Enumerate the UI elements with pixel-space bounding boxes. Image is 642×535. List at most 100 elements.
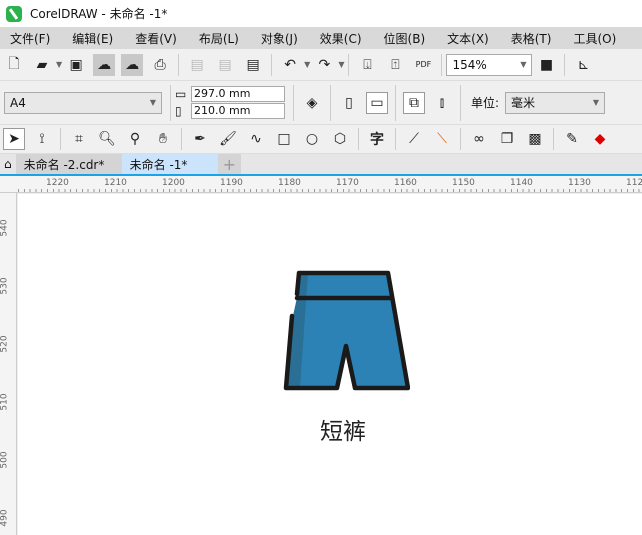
menu-edit[interactable]: 编辑(E)	[72, 30, 113, 47]
import-icon[interactable]: ⍗	[356, 54, 378, 76]
ruler-label: 1170	[336, 178, 359, 188]
text-tool-glyph: 字	[370, 132, 384, 148]
ruler-label: 490	[0, 509, 10, 527]
page-width-value: 297.0 mm	[194, 87, 251, 100]
paste-icon[interactable]: ▤	[242, 54, 264, 76]
curve-tool-icon[interactable]: ∿	[245, 128, 267, 150]
shorts-illustration[interactable]	[278, 268, 410, 392]
crop-tool-icon[interactable]: ⌗	[68, 128, 90, 150]
page-size-select[interactable]: A4 ▼	[4, 91, 162, 114]
zoom-value: 154%	[452, 57, 487, 72]
menu-table[interactable]: 表格(T)	[511, 30, 552, 47]
portrait-icon[interactable]: ▯	[338, 92, 360, 114]
horizontal-ruler[interactable]: 1220 1210 1200 1190 1180 1170 1160 1150 …	[0, 176, 642, 193]
undo-icon[interactable]: ↶	[279, 54, 301, 76]
publish-pdf-icon[interactable]: PDF	[412, 54, 434, 76]
ruler-label: 530	[0, 277, 10, 295]
eyedropper-tool-icon[interactable]: ✎	[561, 128, 583, 150]
save-icon[interactable]: ▣	[65, 54, 87, 76]
cloud-upload-icon[interactable]: ☁	[121, 53, 144, 76]
ruler-label: 1180	[278, 178, 301, 188]
title-bar: CorelDRAW - 未命名 -1*	[0, 0, 642, 27]
toolbox: ➤ ⟟ ⌗ 🔍︎ ⚲ ✋︎ ✒ 🖌︎ ∿ □ ○ ⬡ 字 ⟋ ⟍ ∞ ❐ ▩ ✎…	[0, 125, 642, 154]
menu-effects[interactable]: 效果(C)	[320, 30, 362, 47]
standard-toolbar: 🗋 ▰ ▼ ▣ ☁ ☁ ⎙ ▤ ▤ ▤ ↶ ▼ ↷ ▼ ⍗ ⍐ PDF 154% ▼ ■…	[0, 49, 642, 81]
ellipse-tool-icon[interactable]: ○	[301, 128, 323, 150]
landscape-icon[interactable]: ▭	[366, 91, 388, 114]
menu-file[interactable]: 文件(F)	[10, 30, 50, 47]
coreldraw-logo-icon	[6, 5, 22, 22]
redo-icon[interactable]: ↷	[313, 54, 335, 76]
all-pages-icon[interactable]: ⧉	[403, 91, 425, 114]
ruler-label: 1130	[568, 178, 591, 188]
document-tabs: ⌂ 未命名 -2.cdr* 未命名 -1* +	[0, 154, 642, 176]
menu-object[interactable]: 对象(J)	[261, 30, 298, 47]
brush-tool-icon[interactable]: 🖌︎	[217, 128, 239, 150]
current-page-icon[interactable]: ⫾	[431, 92, 453, 114]
pan-tool-icon[interactable]: ✋︎	[152, 128, 174, 150]
ruler-label: 1210	[104, 178, 127, 188]
full-screen-icon[interactable]: ■	[535, 54, 557, 76]
page-size-value: A4	[10, 95, 26, 110]
zoom-out-tool-icon[interactable]: ⚲	[124, 128, 146, 150]
copy-icon[interactable]: ▤	[214, 54, 236, 76]
ruler-label: 520	[0, 335, 10, 353]
menu-text[interactable]: 文本(X)	[447, 30, 489, 47]
vertical-ruler[interactable]: 540 530 520 510 500 490	[0, 193, 17, 535]
property-bar: A4 ▼ ▭ 297.0 mm ▯ 210.0 mm ◈ ▯ ▭ ⧉ ⫾ 单位: 毫米…	[0, 81, 642, 125]
menu-bar: 文件(F) 编辑(E) 查看(V) 布局(L) 对象(J) 效果(C) 位图(B…	[0, 27, 642, 49]
drop-shadow-tool-icon[interactable]: ❐	[496, 128, 518, 150]
chevron-down-icon: ▼	[520, 60, 527, 69]
ruler-label: 1200	[162, 178, 185, 188]
print-icon[interactable]: ⎙	[149, 54, 171, 76]
shape-tool-icon[interactable]: ⟟	[31, 128, 53, 150]
cloud-download-icon[interactable]: ☁	[93, 53, 116, 76]
unit-value: 毫米	[511, 96, 536, 110]
open-folder-icon[interactable]: ▰	[31, 54, 53, 76]
text-tool-icon[interactable]: 字	[366, 128, 388, 150]
ruler-label: 1160	[394, 178, 417, 188]
tab-label: 未命名 -2.cdr*	[23, 157, 105, 172]
ruler-label: 540	[0, 219, 10, 237]
menu-tools[interactable]: 工具(O)	[573, 30, 616, 47]
tab-label: 未命名 -1*	[129, 157, 188, 172]
cut-icon[interactable]: ▤	[186, 54, 208, 76]
page-height-input[interactable]: 210.0 mm	[191, 103, 285, 119]
unit-select[interactable]: 毫米 ▼	[505, 91, 606, 114]
menu-bitmaps[interactable]: 位图(B)	[384, 30, 426, 47]
add-tab-button[interactable]: +	[217, 154, 242, 174]
blend-tool-icon[interactable]: ∞	[468, 128, 490, 150]
pen-tool-icon[interactable]: ✒	[189, 128, 211, 150]
dimension-tool-icon[interactable]: ⟋	[403, 128, 425, 150]
menu-layout[interactable]: 布局(L)	[199, 30, 239, 47]
ruler-label: 112	[626, 178, 642, 188]
menu-view[interactable]: 查看(V)	[135, 30, 177, 47]
tab-document-2[interactable]: 未命名 -2.cdr*	[15, 154, 122, 174]
window-title: CorelDRAW - 未命名 -1*	[30, 7, 168, 21]
home-icon[interactable]: ⌂	[0, 154, 16, 174]
page-width-input[interactable]: 297.0 mm	[191, 86, 285, 102]
drawing-canvas[interactable]: 短裤	[18, 194, 642, 535]
ruler-label: 500	[0, 451, 10, 469]
caption-text: 短裤	[320, 419, 366, 445]
polygon-tool-icon[interactable]: ⬡	[329, 128, 351, 150]
chevron-down-icon: ▼	[592, 98, 600, 107]
export-icon[interactable]: ⍐	[384, 54, 406, 76]
pick-tool-icon[interactable]: ➤	[3, 128, 25, 150]
fill-tool-icon[interactable]: ◆	[589, 128, 611, 150]
rectangle-tool-icon[interactable]: □	[273, 128, 295, 150]
new-document-icon[interactable]: 🗋	[3, 54, 25, 76]
tab-document-1[interactable]: 未命名 -1*	[121, 154, 218, 174]
ruler-label: 1190	[220, 178, 243, 188]
ruler-label: 1150	[452, 178, 475, 188]
transparency-tool-icon[interactable]: ▩	[524, 128, 546, 150]
ruler-label: 1140	[510, 178, 533, 188]
page-height-value: 210.0 mm	[194, 104, 251, 117]
ruler-label: 510	[0, 393, 10, 411]
connector-tool-icon[interactable]: ⟍	[431, 128, 453, 150]
zoom-tool-icon[interactable]: 🔍︎	[96, 128, 118, 150]
snap-icon[interactable]: ◈	[301, 92, 323, 114]
zoom-level-select[interactable]: 154% ▼	[446, 53, 533, 76]
page-height-icon: ▯	[175, 104, 182, 118]
options-icon[interactable]: ⊾	[572, 54, 594, 76]
